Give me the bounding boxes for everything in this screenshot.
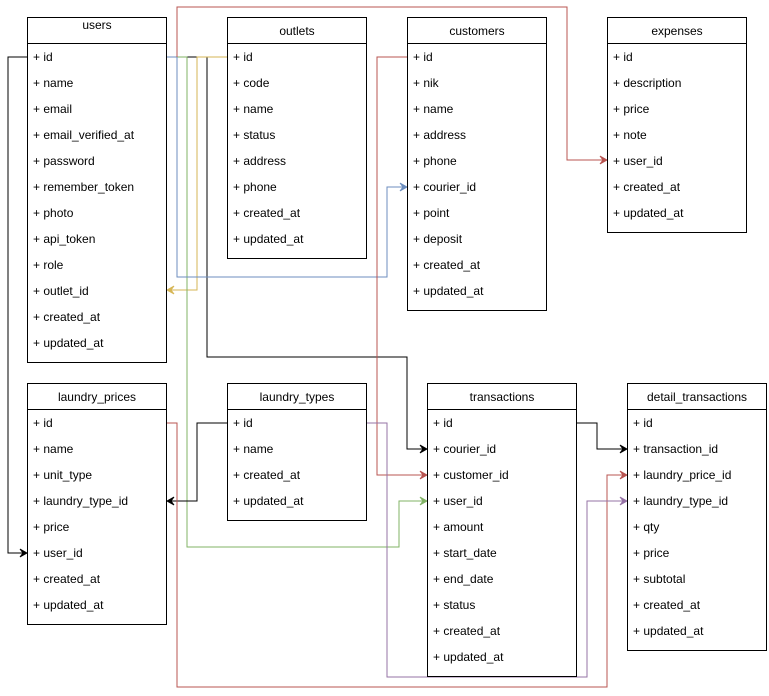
table-laundry-types[interactable]: laundry_types + id + name + created_at + upd… — [227, 383, 367, 521]
arrow-head-icon — [599, 155, 609, 165]
field-courier-id[interactable]: + courier_id — [428, 436, 576, 462]
field-user-id[interactable]: + user_id — [28, 540, 166, 566]
field-created-at[interactable]: + created_at — [28, 566, 166, 592]
table-title: detail_transactions — [628, 384, 766, 410]
field-id[interactable]: + id — [28, 410, 166, 436]
table-title: laundry_types — [228, 384, 366, 410]
field-address[interactable]: + address — [408, 122, 546, 148]
relation-users-id-to-laundry-prices-user-id — [7, 56, 29, 558]
field-id[interactable]: + id — [228, 44, 366, 70]
arrow-head-icon — [165, 285, 175, 295]
field-name[interactable]: + name — [28, 436, 166, 462]
field-id[interactable]: + id — [428, 410, 576, 436]
field-unit-type[interactable]: + unit_type — [28, 462, 166, 488]
arrow-head-icon — [619, 496, 629, 506]
field-created-at[interactable]: + created_at — [28, 304, 166, 330]
relation-outlets-id-to-users-outlet-id — [165, 56, 227, 295]
relation-transactions-id-to-detail-transactions-transaction-id — [577, 422, 629, 454]
field-created-at[interactable]: + created_at — [228, 200, 366, 226]
field-deposit[interactable]: + deposit — [408, 226, 546, 252]
field-email[interactable]: + email — [28, 96, 166, 122]
field-status[interactable]: + status — [228, 122, 366, 148]
field-price[interactable]: + price — [28, 514, 166, 540]
arrow-head-icon — [619, 470, 629, 480]
field-phone[interactable]: + phone — [408, 148, 546, 174]
field-updated-at[interactable]: + updated_at — [428, 644, 576, 670]
field-subtotal[interactable]: + subtotal — [628, 566, 766, 592]
field-outlet-id[interactable]: + outlet_id — [28, 278, 166, 304]
field-id[interactable]: + id — [408, 44, 546, 70]
field-created-at[interactable]: + created_at — [428, 618, 576, 644]
table-laundry-prices[interactable]: laundry_prices + id + name + unit_type + lau… — [27, 383, 167, 625]
arrow-head-icon — [619, 444, 629, 454]
field-phone[interactable]: + phone — [228, 174, 366, 200]
field-code[interactable]: + code — [228, 70, 366, 96]
field-user-id[interactable]: + user_id — [428, 488, 576, 514]
field-created-at[interactable]: + created_at — [608, 174, 746, 200]
field-role[interactable]: + role — [28, 252, 166, 278]
table-title: users — [28, 18, 166, 44]
field-updated-at[interactable]: + updated_at — [408, 278, 546, 304]
field-laundry-type-id[interactable]: + laundry_type_id — [628, 488, 766, 514]
table-title: expenses — [608, 18, 746, 44]
field-name[interactable]: + name — [28, 70, 166, 96]
table-outlets[interactable]: outlets + id + code + name + status + address… — [227, 17, 367, 259]
field-user-id[interactable]: + user_id — [608, 148, 746, 174]
field-updated-at[interactable]: + updated_at — [228, 226, 366, 252]
relation-laundry-types-id-to-laundry-prices-laundry-type-id — [165, 422, 227, 506]
arrow-head-icon — [19, 548, 29, 558]
table-title: outlets — [228, 18, 366, 44]
field-id[interactable]: + id — [628, 410, 766, 436]
field-price[interactable]: + price — [608, 96, 746, 122]
field-laundry-type-id[interactable]: + laundry_type_id — [28, 488, 166, 514]
field-point[interactable]: + point — [408, 200, 546, 226]
table-title: laundry_prices — [28, 384, 166, 410]
field-description[interactable]: + description — [608, 70, 746, 96]
field-email-verified-at[interactable]: + email_verified_at — [28, 122, 166, 148]
arrow-head-icon — [419, 470, 429, 480]
table-transactions[interactable]: transactions + id + courier_id + customer_i… — [427, 383, 577, 677]
table-users[interactable]: users + id + name + email + email_verified_a… — [27, 17, 167, 363]
table-expenses[interactable]: expenses + id + description + price + note + … — [607, 17, 747, 233]
field-id[interactable]: + id — [228, 410, 366, 436]
table-detail-transactions[interactable]: detail_transactions + id + transaction_id +… — [627, 383, 767, 651]
field-id[interactable]: + id — [608, 44, 746, 70]
field-address[interactable]: + address — [228, 148, 366, 174]
field-remember-token[interactable]: + remember_token — [28, 174, 166, 200]
table-title: transactions — [428, 384, 576, 410]
field-updated-at[interactable]: + updated_at — [28, 330, 166, 356]
field-password[interactable]: + password — [28, 148, 166, 174]
field-id[interactable]: + id — [28, 44, 166, 70]
field-created-at[interactable]: + created_at — [408, 252, 546, 278]
field-customer-id[interactable]: + customer_id — [428, 462, 576, 488]
field-updated-at[interactable]: + updated_at — [28, 592, 166, 618]
field-photo[interactable]: + photo — [28, 200, 166, 226]
field-price[interactable]: + price — [628, 540, 766, 566]
field-created-at[interactable]: + created_at — [228, 462, 366, 488]
field-api-token[interactable]: + api_token — [28, 226, 166, 252]
field-updated-at[interactable]: + updated_at — [628, 618, 766, 644]
field-start-date[interactable]: + start_date — [428, 540, 576, 566]
field-amount[interactable]: + amount — [428, 514, 576, 540]
arrow-head-icon — [419, 496, 429, 506]
field-nik[interactable]: + nik — [408, 70, 546, 96]
field-courier-id[interactable]: + courier_id — [408, 174, 546, 200]
field-end-date[interactable]: + end_date — [428, 566, 576, 592]
field-note[interactable]: + note — [608, 122, 746, 148]
field-name[interactable]: + name — [228, 96, 366, 122]
table-title: customers — [408, 18, 546, 44]
field-transaction-id[interactable]: + transaction_id — [628, 436, 766, 462]
field-laundry-price-id[interactable]: + laundry_price_id — [628, 462, 766, 488]
field-name[interactable]: + name — [408, 96, 546, 122]
arrow-head-icon — [165, 496, 175, 506]
field-name[interactable]: + name — [228, 436, 366, 462]
field-updated-at[interactable]: + updated_at — [608, 200, 746, 226]
field-qty[interactable]: + qty — [628, 514, 766, 540]
arrow-head-icon — [419, 444, 429, 454]
field-updated-at[interactable]: + updated_at — [228, 488, 366, 514]
table-customers[interactable]: customers + id + nik + name + address + phone… — [407, 17, 547, 311]
field-created-at[interactable]: + created_at — [628, 592, 766, 618]
field-status[interactable]: + status — [428, 592, 576, 618]
arrow-head-icon — [399, 182, 409, 192]
